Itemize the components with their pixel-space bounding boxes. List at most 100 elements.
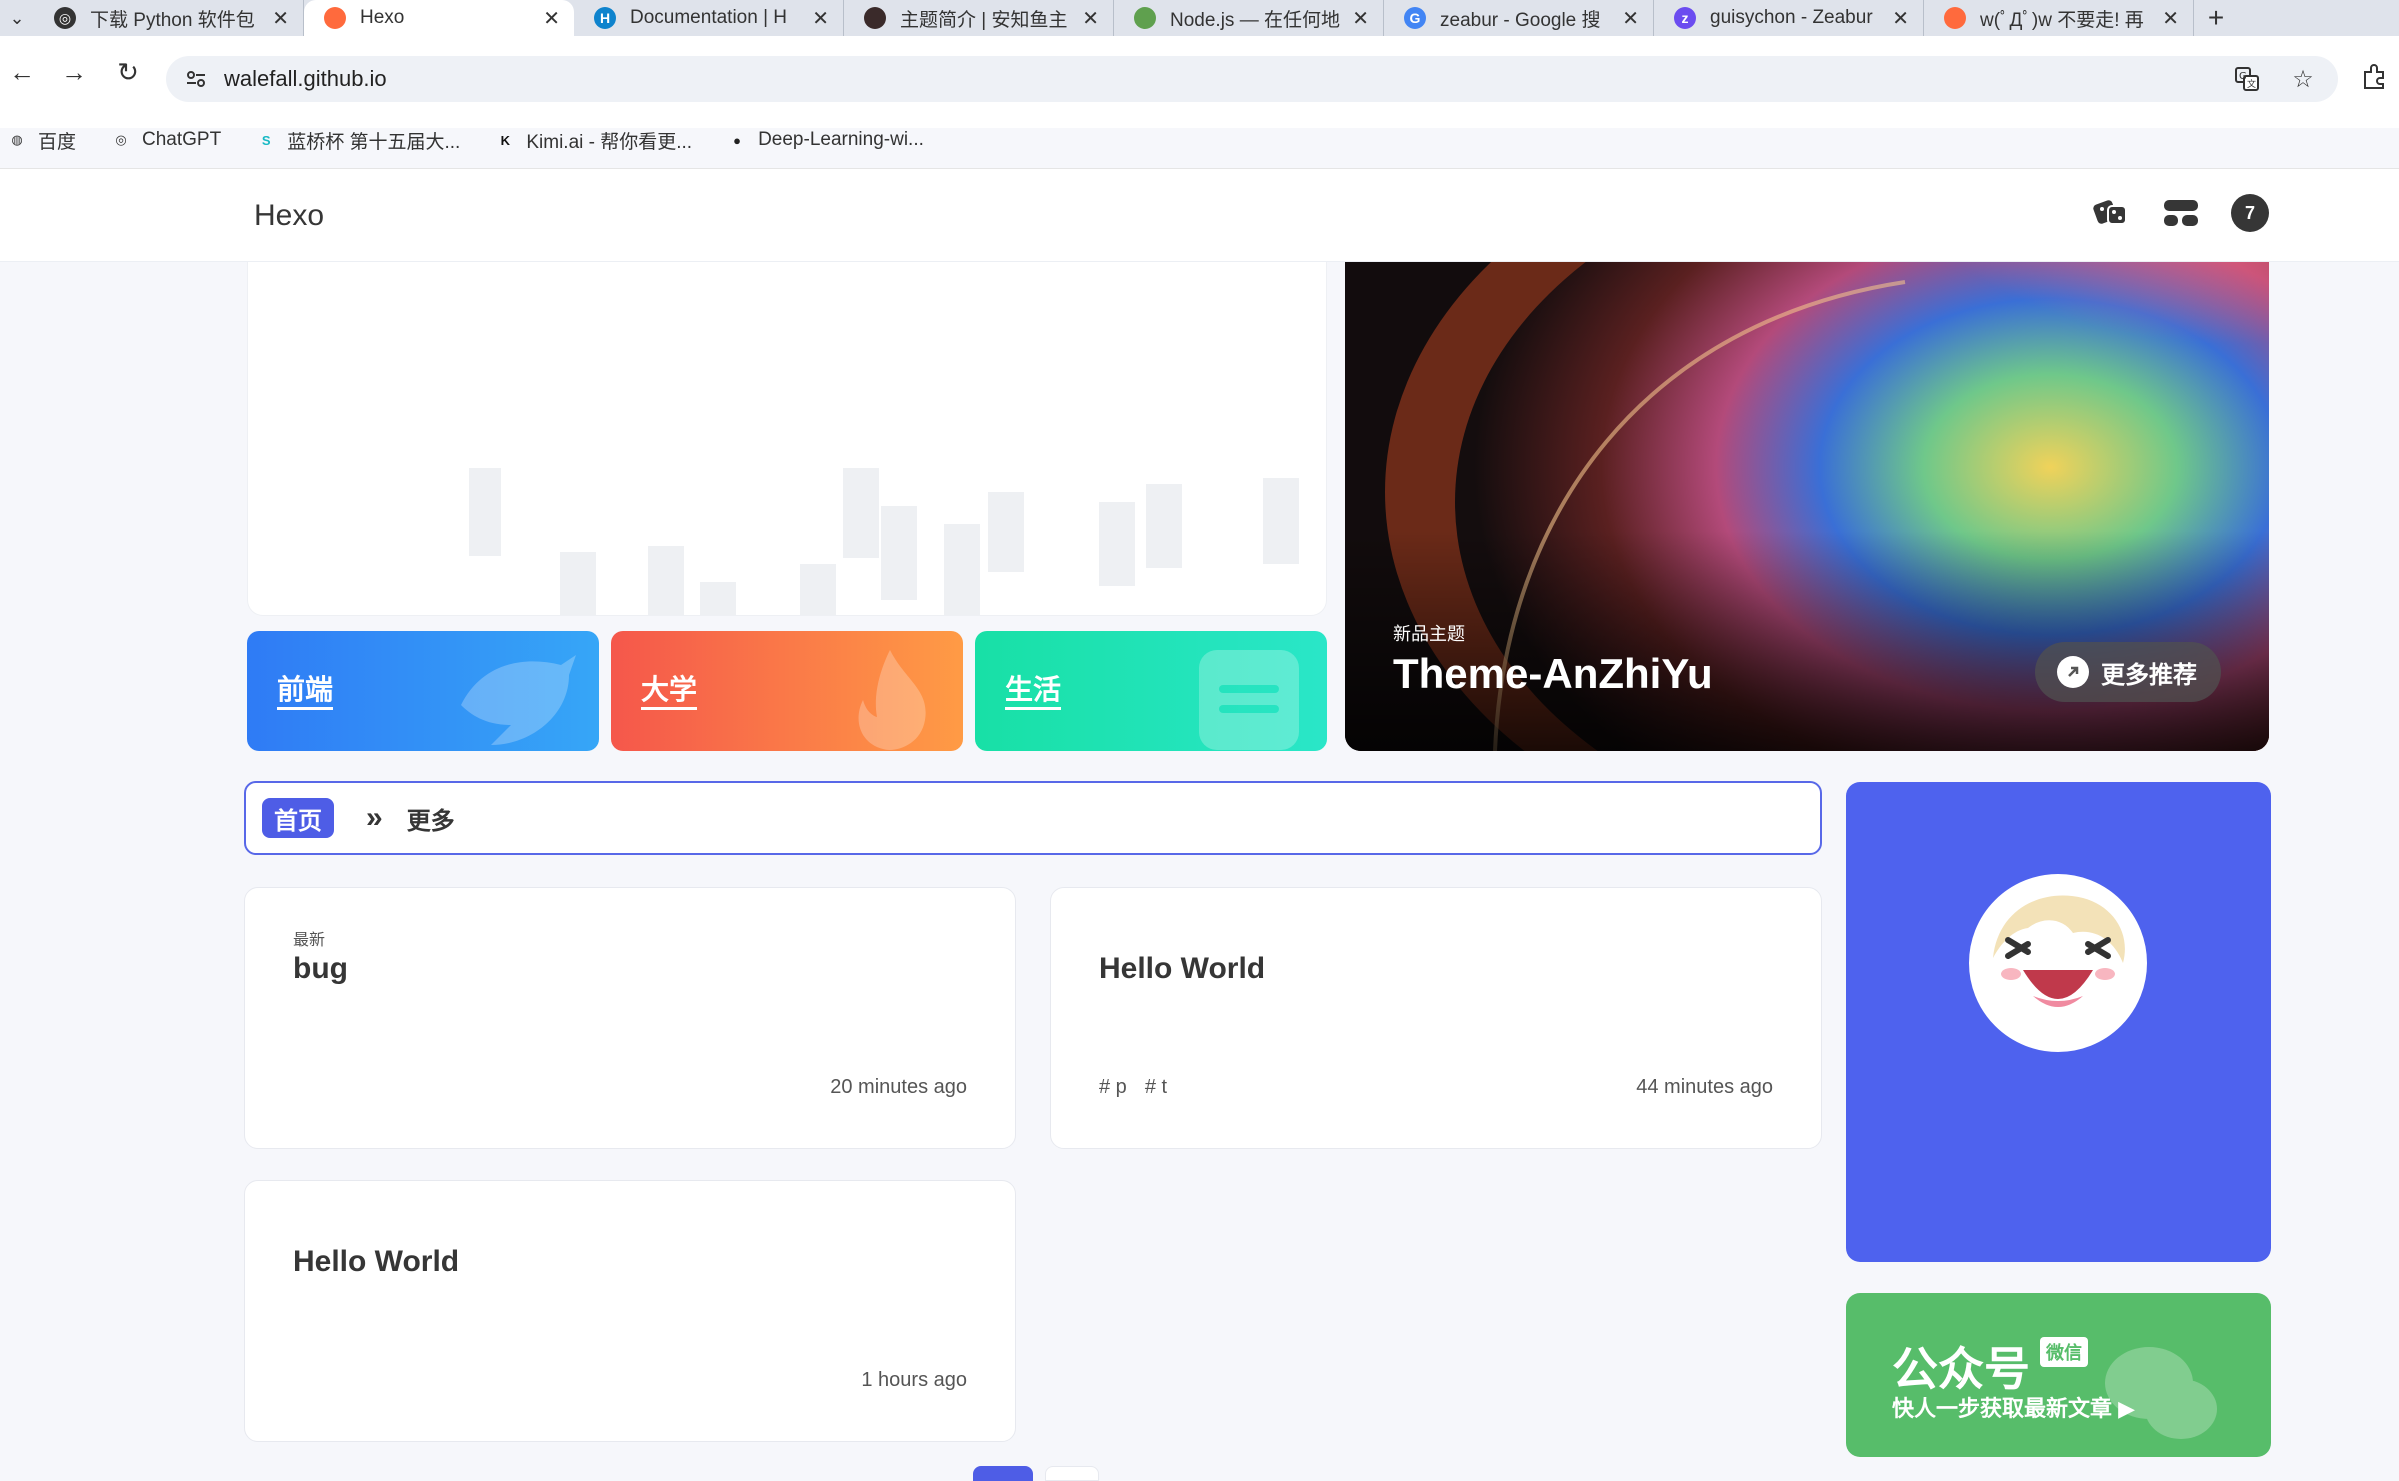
post-tags: # p # t [1099, 1076, 1167, 1099]
browser-tab[interactable]: z guisychon - Zeabur ✕ [1654, 0, 1924, 36]
bookmark-label: Kimi.ai - 帮你看更... [526, 131, 693, 153]
post-time: 20 minutes ago [830, 1076, 967, 1098]
decor-fragment [1263, 478, 1299, 564]
browser-tab-strip: ⌄ ◎ 下载 Python 软件包 ✕ Hexo ✕ H Documentation | H… [0, 0, 2399, 36]
post-tag[interactable]: # t [1145, 1076, 1167, 1099]
post-time: 44 minutes ago [1636, 1076, 1773, 1098]
tab-title: Documentation | H [630, 7, 788, 28]
category-tile-frontend[interactable]: 前端 [247, 631, 599, 751]
site-title[interactable]: Hexo [254, 199, 324, 233]
tab-title: Node.js — 在任何地 [1170, 9, 1340, 31]
browser-tab[interactable]: Gzeabur - Google 搜 ✕ [1384, 0, 1654, 36]
wechat-official-account-card[interactable]: 公众号 微信 快人一步获取最新文章 ▶ [1846, 1293, 2271, 1457]
category-nav-bar: 首页 » 更多 [244, 781, 1822, 855]
site-info-icon[interactable] [178, 61, 214, 97]
post-time: 1 hours ago [861, 1369, 967, 1391]
post-title[interactable]: Hello World [293, 1245, 459, 1279]
bookmark-item[interactable]: ◎ ChatGPT [110, 129, 221, 151]
decor-fragment [648, 546, 684, 615]
tab-title: zeabur - Google 搜 [1440, 9, 1601, 31]
decor-fragment [988, 492, 1024, 572]
post-card[interactable]: Hello World 1 hours ago [244, 1180, 1016, 1442]
site-header: Hexo 7 [0, 168, 2399, 262]
post-card[interactable]: 最新 bug 20 minutes ago [244, 887, 1016, 1149]
category-tile-life[interactable]: 生活 [975, 631, 1327, 751]
decor-fragment [560, 552, 596, 615]
browser-toolbar: ← → ↻ walefall.github.io G文 ☆ ◍ 百度 ◎ ChatGP… [0, 36, 2399, 153]
browser-tab[interactable]: H Documentation | H ✕ [574, 0, 844, 36]
new-tab-button[interactable]: + [2194, 0, 2238, 36]
close-tab-icon[interactable]: ✕ [1352, 6, 1369, 31]
more-recommend-button[interactable]: 更多推荐 [2035, 642, 2221, 702]
peach-icon [324, 7, 346, 29]
tab-title: 主题简介 | 安知鱼主 [900, 9, 1068, 31]
featured-title: Theme-AnZhiYu [1393, 650, 1713, 697]
chatgpt-icon: ◎ [115, 132, 127, 147]
category-label: 大学 [641, 673, 698, 710]
bookmarks-bar: ◍ 百度 ◎ ChatGPT S 蓝桥杯 第十五届大... K Kimi.ai - 帮你看更.… [0, 122, 958, 158]
decor-fragment [881, 506, 917, 600]
bookmark-label: ChatGPT [142, 129, 222, 150]
globe-icon: ◍ [11, 132, 23, 147]
extensions-icon[interactable] [2361, 62, 2389, 97]
decor-fragment [800, 564, 836, 615]
wechat-title: 公众号 [1892, 1343, 2030, 1395]
close-tab-icon[interactable]: ✕ [543, 6, 560, 31]
chatgpt-icon: ◎ [54, 7, 76, 29]
nodejs-icon [1134, 7, 1156, 29]
tab-list: ◎ 下载 Python 软件包 ✕ Hexo ✕ H Documentation | H ✕ 主… [34, 0, 2194, 36]
browser-tab[interactable]: Node.js — 在任何地 ✕ [1114, 0, 1384, 36]
post-card[interactable]: Hello World # p # t 44 minutes ago [1050, 887, 1822, 1149]
more-categories-link[interactable]: 更多 [407, 801, 455, 836]
bookmark-item[interactable]: ● Deep-Learning-wi... [726, 129, 924, 151]
post-tag[interactable]: # p [1099, 1076, 1127, 1099]
bookmark-item[interactable]: ◍ 百度 [6, 127, 76, 154]
forward-icon[interactable]: → [56, 54, 92, 90]
close-tab-icon[interactable]: ✕ [812, 6, 829, 31]
tab-title: guisychon - Zeabur [1710, 7, 1873, 28]
svg-text:文: 文 [2247, 78, 2256, 90]
double-chevron-icon[interactable]: » [366, 801, 383, 835]
post-title[interactable]: bug [293, 952, 348, 986]
back-icon[interactable]: ← [4, 54, 40, 90]
fire-icon [835, 645, 945, 751]
category-tile-university[interactable]: 大学 [611, 631, 963, 751]
url-text[interactable]: walefall.github.io [224, 66, 387, 92]
close-tab-icon[interactable]: ✕ [1082, 6, 1099, 31]
wechat-badge: 微信 [2040, 1337, 2088, 1367]
kimi-icon: K [500, 132, 511, 148]
featured-theme-banner[interactable]: 新品主题 Theme-AnZhiYu 更多推荐 [1345, 262, 2269, 751]
close-tab-icon[interactable]: ✕ [272, 6, 289, 31]
translate-icon[interactable]: G文 [2230, 62, 2264, 96]
decor-fragment [700, 582, 736, 615]
browser-tab[interactable]: 主题简介 | 安知鱼主 ✕ [844, 0, 1114, 36]
browser-tab[interactable]: ◎ 下载 Python 软件包 ✕ [34, 0, 304, 36]
random-dice-icon[interactable] [2091, 193, 2131, 233]
peach-icon [1944, 7, 1966, 29]
google-icon: G [1404, 7, 1426, 29]
bookmark-item[interactable]: K Kimi.ai - 帮你看更... [494, 127, 692, 154]
pagination-current-page[interactable] [973, 1466, 1033, 1481]
note-icon [1189, 645, 1309, 751]
bookmark-item[interactable]: S 蓝桥杯 第十五届大... [255, 127, 460, 154]
hero-banner-panel [247, 262, 1327, 616]
github-icon: ● [733, 132, 741, 148]
home-category-pill[interactable]: 首页 [262, 798, 334, 838]
browser-tab[interactable]: Hexo ✕ [304, 0, 574, 36]
close-tab-icon[interactable]: ✕ [1892, 6, 1909, 31]
tab-search-dropdown-icon[interactable]: ⌄ [0, 0, 34, 36]
bookmark-star-icon[interactable]: ☆ [2286, 62, 2320, 96]
close-tab-icon[interactable]: ✕ [2162, 6, 2179, 31]
notification-count-badge[interactable]: 7 [2231, 194, 2269, 232]
pagination-next-page[interactable] [1045, 1466, 1099, 1481]
menu-grid-icon[interactable] [2161, 193, 2201, 233]
browser-tab[interactable]: w(ﾟДﾟ)w 不要走! 再 ✕ [1924, 0, 2194, 36]
reload-icon[interactable]: ↻ [110, 54, 146, 90]
close-tab-icon[interactable]: ✕ [1622, 6, 1639, 31]
decor-fragment [1099, 502, 1135, 586]
bookmark-label: 百度 [38, 131, 77, 153]
post-title[interactable]: Hello World [1099, 952, 1265, 986]
address-bar[interactable]: walefall.github.io G文 ☆ [166, 56, 2338, 102]
zeabur-icon: z [1674, 7, 1696, 29]
avatar[interactable] [1969, 874, 2147, 1052]
